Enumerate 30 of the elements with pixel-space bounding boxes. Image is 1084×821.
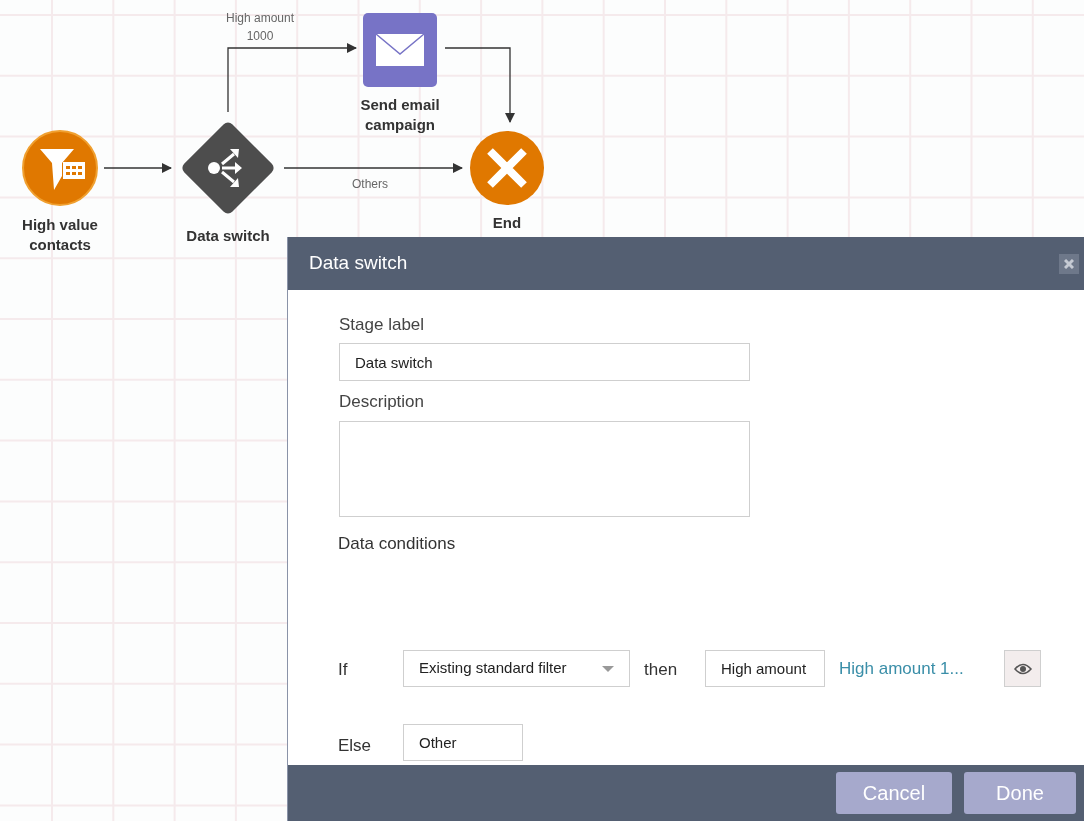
edge-label: High amount 1000 [224,10,295,45]
funnel-icon [40,149,85,190]
section-heading: Data conditions [338,533,456,555]
caret-icon [602,665,614,672]
node-label: High value contacts [21,215,99,255]
filter-type-dropdown[interactable]: Existing standard filter [403,650,630,687]
preview-button[interactable] [1004,650,1041,687]
close-icon [1064,259,1074,269]
close-button[interactable] [1059,254,1079,274]
else-label: Else [338,735,372,757]
node-label: End [491,213,523,233]
then-label: then [644,659,678,681]
then-value-field[interactable]: High amount [705,650,825,687]
field-label: Description [339,391,425,413]
envelope-icon [375,33,425,66]
filter-link[interactable]: High amount 1... [839,656,964,682]
end-node[interactable] [470,131,544,205]
close-icon [486,147,528,189]
branch-icon [208,149,242,187]
edge-label: Others [351,176,389,193]
else-value-field[interactable]: Other [403,724,523,761]
if-label: If [338,659,348,681]
field-label: Stage label [339,314,425,336]
connector-arrow [103,163,172,173]
description-field[interactable] [339,421,750,517]
eye-icon [1013,662,1032,675]
dialog-title: Data switch [309,251,408,276]
node-label: Data switch [185,226,271,246]
node-label: Send email campaign [359,95,441,135]
stage-label-field[interactable]: Data switch [339,343,750,381]
